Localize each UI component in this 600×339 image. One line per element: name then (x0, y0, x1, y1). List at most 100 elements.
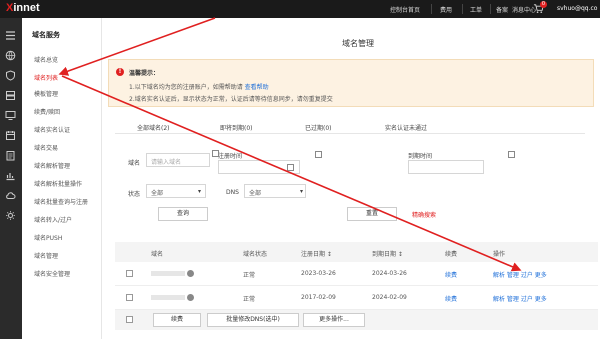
batch-dns-button[interactable]: 批量修改DNS(选中) (207, 313, 299, 327)
server-icon[interactable] (5, 90, 16, 101)
nav-console-home[interactable]: 控制台首页 (390, 5, 420, 14)
menu-icon[interactable] (5, 30, 16, 41)
th-reg-date[interactable]: 注册日期 ↕ (301, 249, 332, 258)
domain-search-input[interactable]: 请输入域名 (146, 153, 210, 167)
status-label: 状态 (128, 191, 141, 198)
table-header: 域名 域名状态 注册日期 ↕ 到期日期 ↕ 续费 操作 (115, 242, 598, 262)
th-actions: 操作 (493, 251, 506, 258)
notice-box: ! 温馨提示： 1.以下域名均为您的注册账户，如需帮助请 查看帮助 2.域名实名… (108, 59, 594, 107)
sidebar-item-manage[interactable]: 域名管理 (34, 251, 58, 260)
sidebar-item-renew[interactable]: 续费/赎回 (34, 107, 60, 116)
search-button[interactable]: 查询 (158, 207, 208, 221)
row-status: 正常 (243, 296, 256, 303)
calendar-icon[interactable] (508, 151, 515, 158)
notice-title: 温馨提示： (129, 70, 160, 77)
domain-name-redacted (151, 295, 185, 300)
nav-separator (431, 4, 432, 14)
tab-expired[interactable]: 已过期(0) (305, 123, 332, 132)
table-row: 正常 2017-02-09 2024-02-09 续费 解析 管理 过户 更多 (115, 286, 598, 310)
notice-line-2: 2.域名实名认证后，显示状态为正常，认证后请等待信息同步，请勿重复提交 (129, 96, 333, 103)
sidebar-item-trading[interactable]: 域名交易 (34, 143, 58, 152)
cloud-icon[interactable] (5, 190, 16, 201)
sidebar-item-push[interactable]: 域名PUSH (34, 233, 62, 242)
user-account[interactable]: svhuo@qq.co (557, 5, 597, 12)
row-renew-link[interactable]: 续费 (445, 270, 457, 279)
top-bar: Xinnet 控制台首页 费用 工单 备案 0 svhuo@qq.co (0, 0, 600, 18)
nav-billing[interactable]: 费用 (440, 5, 452, 14)
sidebar-item-transfer[interactable]: 域名转入/过户 (34, 215, 72, 224)
row-actions[interactable]: 解析 管理 过户 更多 (493, 294, 547, 303)
logo-text: innet (13, 2, 40, 14)
reset-button[interactable]: 重置 (347, 207, 397, 221)
batch-renew-button[interactable]: 续费 (153, 313, 201, 327)
notice-help-link[interactable]: 查看帮助 (245, 84, 269, 91)
domain-label: 域名 (128, 160, 141, 167)
close-icon[interactable] (187, 294, 194, 301)
row-status: 正常 (243, 272, 256, 279)
chevron-down-icon: ▾ (198, 188, 202, 195)
notice-line-1: 1.以下域名均为您的注册账户，如需帮助请 查看帮助 (129, 82, 269, 91)
domain-name-redacted (151, 271, 185, 276)
sidebar-item-security[interactable]: 域名安全管理 (34, 269, 70, 278)
table-row: 正常 2023-03-26 2024-03-26 续费 解析 管理 过户 更多 (115, 262, 598, 286)
row-reg-date: 2017-02-09 (301, 294, 336, 301)
sidebar-item-verification[interactable]: 域名实名认证 (34, 125, 70, 134)
expire-start-date-input[interactable] (408, 160, 484, 174)
logo[interactable]: Xinnet (6, 2, 40, 14)
advanced-search-link[interactable]: 精确搜索 (412, 210, 436, 219)
sidebar-item-dns[interactable]: 域名解析管理 (34, 161, 70, 170)
th-renew: 续费 (445, 251, 458, 258)
row-checkbox[interactable] (126, 270, 133, 277)
notice-line-1-text: 1.以下域名均为您的注册账户，如需帮助请 (129, 84, 243, 91)
sidebar-item-batch-query[interactable]: 域名批量查询与注册 (34, 197, 88, 206)
sidebar-item-templates[interactable]: 模板管理 (34, 89, 58, 98)
nav-messages[interactable]: 消息中心 (512, 5, 536, 14)
clipboard-icon[interactable] (5, 150, 16, 161)
sidebar-item-dns-batch[interactable]: 域名解析批量操作 (34, 179, 82, 188)
tab-expiring[interactable]: 即将到期(0) (220, 123, 253, 132)
reg-time-label: 注册时间 (218, 153, 243, 160)
row-exp-date: 2024-03-26 (372, 270, 407, 277)
shield-icon[interactable] (5, 70, 16, 81)
cart-count-badge: 0 (540, 1, 547, 8)
th-status: 域名状态 (243, 251, 268, 258)
dns-label: DNS (226, 189, 239, 196)
sidebar-heading: 域名服务 (32, 31, 60, 39)
row-reg-date: 2023-03-26 (301, 270, 336, 277)
gear-icon[interactable] (5, 210, 16, 221)
nav-separator (462, 4, 463, 14)
filter-tabs: 全部域名(2) 即将到期(0) 已过期(0) 实名认证未通过 (115, 120, 585, 134)
select-all-checkbox[interactable] (126, 316, 133, 323)
calendar-icon[interactable] (212, 150, 219, 157)
nav-tickets[interactable]: 工单 (470, 5, 482, 14)
row-renew-link[interactable]: 续费 (445, 294, 457, 303)
row-exp-date: 2024-02-09 (372, 294, 407, 301)
nav-filing[interactable]: 备案 (496, 5, 508, 14)
dns-select[interactable]: 全部 (244, 184, 306, 198)
page-title: 域名管理 (342, 39, 374, 48)
tab-unverified[interactable]: 实名认证未通过 (385, 123, 427, 132)
calendar-icon[interactable] (315, 151, 322, 158)
warning-icon: ! (116, 68, 124, 76)
sidebar-item-domain-list[interactable]: 域名列表 (34, 73, 58, 82)
calendar-icon[interactable] (5, 130, 16, 141)
status-select[interactable]: 全部 (146, 184, 206, 198)
close-icon[interactable] (187, 270, 194, 277)
expire-time-label: 到期时间 (408, 153, 433, 160)
row-actions[interactable]: 解析 管理 过户 更多 (493, 270, 547, 279)
monitor-icon[interactable] (5, 110, 16, 121)
nav-separator (490, 4, 491, 14)
domain-sidebar: 域名服务 域名总览 域名列表 模板管理 续费/赎回 域名实名认证 域名交易 域名… (22, 18, 102, 339)
th-exp-date[interactable]: 到期日期 ↕ (372, 249, 403, 258)
chart-icon[interactable] (5, 170, 16, 181)
tab-all-domains[interactable]: 全部域名(2) (137, 123, 170, 132)
table-footer: 续费 批量修改DNS(选中) 更多操作... (115, 310, 598, 330)
icon-sidebar (0, 18, 22, 339)
th-domain: 域名 (151, 251, 164, 258)
sidebar-item-overview[interactable]: 域名总览 (34, 55, 58, 64)
calendar-icon[interactable] (287, 164, 294, 171)
chevron-down-icon: ▾ (300, 188, 304, 195)
more-actions-button[interactable]: 更多操作... (303, 313, 365, 327)
globe-icon[interactable] (5, 50, 16, 61)
row-checkbox[interactable] (126, 294, 133, 301)
